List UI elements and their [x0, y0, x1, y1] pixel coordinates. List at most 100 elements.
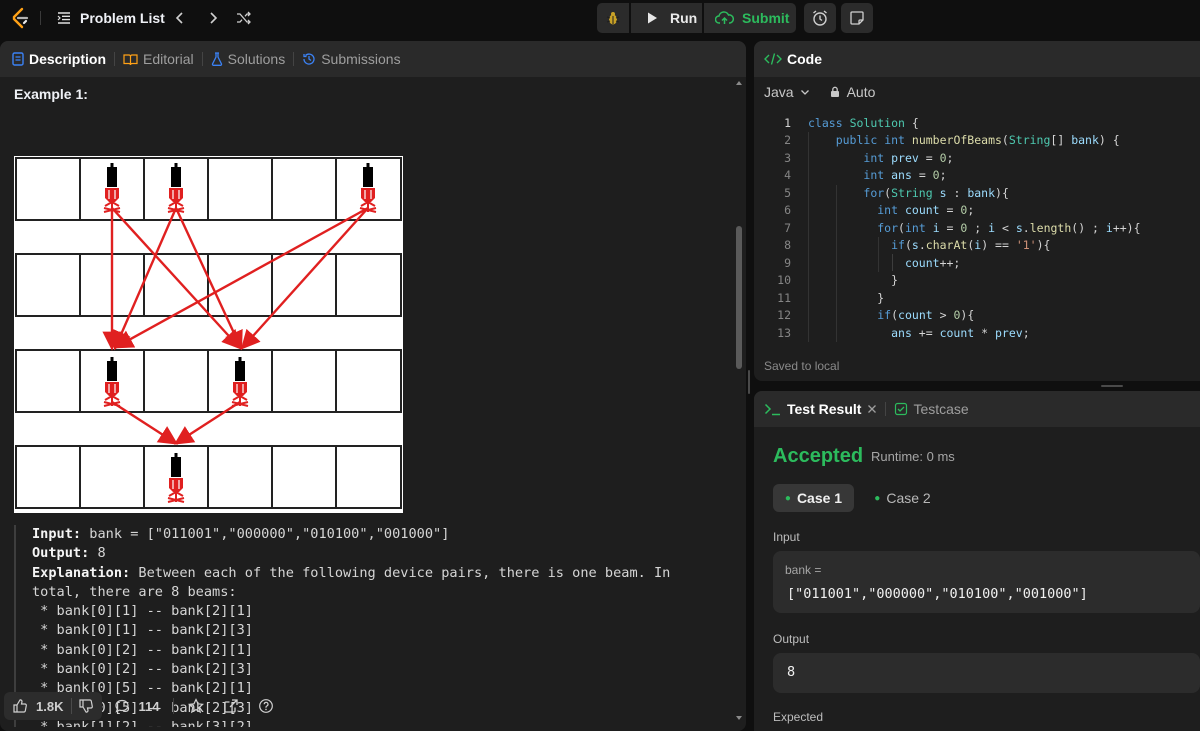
problem-list-button[interactable]: Problem List — [56, 0, 165, 36]
vertical-splitter-handle[interactable] — [748, 370, 750, 394]
share-icon[interactable] — [223, 698, 239, 714]
description-scrollbar[interactable] — [733, 77, 745, 727]
chevron-right-icon — [210, 12, 218, 24]
code-line: 6 int count = 0; — [754, 202, 974, 220]
code-editor[interactable]: 1 class Solution { 2 public int numberOfB… — [754, 113, 1200, 381]
notes-button[interactable] — [841, 3, 873, 33]
input-line: Input: bank = ["011001","000000","010100… — [32, 525, 730, 544]
problem-list-label: Problem List — [80, 10, 165, 26]
leetcode-logo-icon[interactable] — [8, 6, 32, 30]
language-label: Java — [764, 84, 794, 100]
case-1-label: Case 1 — [796, 490, 843, 506]
output-label: Output: — [32, 545, 90, 562]
code-icon — [764, 53, 782, 65]
input-value-box: bank = ["011001","000000","010100","0010… — [773, 551, 1200, 613]
tab-editorial[interactable]: Editorial — [123, 51, 194, 67]
line-number: 10 — [777, 273, 791, 288]
tab-solutions[interactable]: Solutions — [211, 51, 286, 67]
divider — [201, 52, 203, 66]
line-number: 3 — [784, 150, 791, 165]
code-text: ans += count * prev; — [891, 325, 1030, 340]
line-number: 12 — [777, 308, 791, 323]
tab-test-result[interactable]: Test Result — [764, 401, 861, 417]
tab-submissions-label: Submissions — [321, 51, 401, 67]
divider — [173, 698, 175, 714]
like-count: 1.8K — [36, 698, 64, 714]
thumbs-down-icon[interactable] — [78, 698, 94, 714]
case-2-tab[interactable]: ● Case 2 — [862, 484, 943, 512]
auto-mode-toggle[interactable]: Auto — [829, 84, 876, 100]
saved-status: Saved to local — [764, 359, 840, 373]
code-line: 1 class Solution { — [754, 114, 919, 132]
line-number: 13 — [777, 325, 791, 340]
flask-icon — [211, 52, 222, 66]
explanation-label: Explanation: — [32, 564, 131, 581]
pair-line: * bank[0][1] -- bank[2][1] — [32, 603, 253, 620]
debug-button[interactable] — [597, 3, 629, 33]
code-tab-label: Code — [787, 51, 822, 67]
output-value: 8 — [89, 545, 106, 562]
expected-section-label: Expected — [773, 710, 824, 724]
divider — [114, 52, 116, 66]
scroll-thumb[interactable] — [736, 226, 742, 369]
code-text: if(s.charAt(i) == '1'){ — [891, 238, 1051, 253]
language-select[interactable]: Java — [764, 84, 810, 100]
code-toolbar: Java Auto — [764, 77, 875, 107]
next-problem-button[interactable] — [206, 0, 220, 36]
divider — [293, 52, 295, 66]
pair-line: * bank[0][1] -- bank[2][3] — [32, 622, 253, 639]
comment-count: 114 — [138, 698, 160, 714]
pair-line: * bank[0][2] -- bank[2][1] — [32, 641, 253, 658]
pass-dot-icon: ● — [784, 492, 791, 504]
help-icon[interactable] — [258, 698, 274, 714]
star-icon[interactable] — [188, 698, 205, 714]
timer-button[interactable] — [804, 3, 836, 33]
close-icon[interactable] — [867, 404, 877, 414]
line-number: 1 — [784, 115, 791, 130]
code-text: int ans = 0; — [863, 168, 947, 183]
code-text: int count = 0; — [877, 203, 975, 218]
code-text: class Solution { — [808, 115, 919, 130]
horizontal-splitter-handle[interactable] — [1101, 385, 1123, 387]
line-number: 9 — [784, 255, 791, 270]
case-2-label: Case 2 — [886, 490, 931, 506]
tab-testcase[interactable]: Testcase — [894, 401, 969, 417]
comments-button[interactable]: 114 — [114, 698, 159, 714]
divider — [40, 11, 41, 25]
run-button[interactable]: Run — [631, 3, 702, 33]
runtime-text: Runtime: 0 ms — [871, 449, 955, 464]
test-result-panel: Test Result Testcase Accepted Runtime: 0… — [754, 391, 1200, 731]
lock-icon — [830, 86, 839, 97]
submit-label: Submit — [742, 10, 790, 26]
tab-code[interactable]: Code — [764, 51, 822, 67]
indent-guide — [878, 237, 879, 272]
code-panel-header: Code — [754, 41, 1200, 77]
submit-button[interactable]: Submit — [704, 3, 796, 33]
chevron-left-icon — [175, 12, 183, 24]
explanation-line: total, there are 8 beams: — [32, 583, 237, 600]
description-tabs: Description Editorial Solutions Submissi… — [0, 41, 746, 77]
code-text: count++; — [904, 255, 961, 270]
tab-description[interactable]: Description — [12, 51, 106, 67]
tab-solutions-label: Solutions — [227, 51, 286, 67]
code-text: } — [808, 273, 899, 288]
like-button[interactable]: 1.8K — [4, 692, 103, 720]
thumbs-up-icon — [13, 699, 27, 713]
tab-submissions[interactable]: Submissions — [302, 51, 401, 67]
example-figure — [14, 156, 403, 513]
shuffle-icon — [237, 11, 251, 25]
description-panel: Description Editorial Solutions Submissi… — [0, 41, 746, 731]
prev-problem-button[interactable] — [173, 0, 187, 36]
indent-guide — [808, 132, 809, 342]
chevron-down-icon — [800, 90, 809, 95]
description-content: Example 1: Input: bank = ["011001","0000… — [0, 77, 730, 727]
input-section-label: Input — [773, 530, 800, 544]
code-line: 8 if(s.charAt(i) == '1'){ — [754, 237, 1050, 255]
case-1-tab[interactable]: ● Case 1 — [773, 484, 854, 512]
line-number: 2 — [784, 133, 791, 148]
bug-icon — [606, 12, 620, 25]
random-problem-button[interactable] — [236, 0, 252, 36]
cloud-upload-icon — [715, 11, 734, 24]
example-title: Example 1: — [14, 86, 88, 102]
auto-label: Auto — [846, 84, 876, 100]
